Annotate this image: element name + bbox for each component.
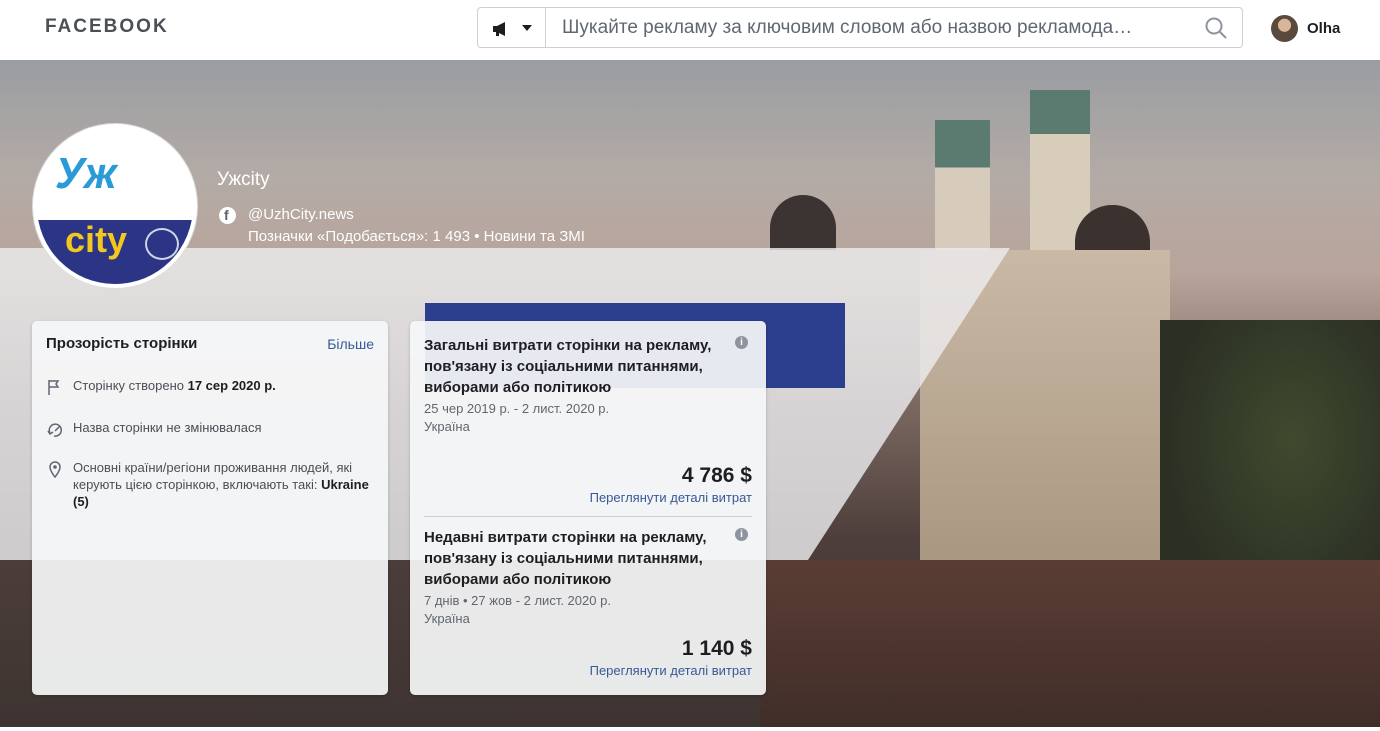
page-likes: Позначки «Подобається»: 1 493 • Новини т… bbox=[248, 228, 585, 245]
recent-spend-title: Недавні витрати сторінки на рекламу, пов… bbox=[424, 529, 707, 588]
location-pin-icon bbox=[49, 461, 61, 478]
name-unchanged: Назва сторінки не змінювалася bbox=[73, 420, 262, 435]
logo-text-bottom: city bbox=[65, 219, 128, 260]
recent-spend-dates: 7 днів • 27 жов - 2 лист. 2020 р. bbox=[424, 593, 611, 608]
search-icon[interactable] bbox=[1204, 16, 1228, 40]
created-text: Сторінку створено 17 сер 2020 р. bbox=[73, 377, 373, 394]
facebook-icon: f bbox=[219, 207, 236, 224]
cover-dome bbox=[770, 195, 836, 250]
created-date: 17 сер 2020 р. bbox=[187, 378, 276, 393]
total-spend-dates: 25 чер 2019 р. - 2 лист. 2020 р. bbox=[424, 401, 610, 416]
flag-icon bbox=[48, 380, 60, 395]
total-spend-country: Україна bbox=[424, 419, 470, 434]
info-icon[interactable]: i bbox=[735, 336, 748, 349]
transparency-title: Прозорість сторінки bbox=[46, 335, 198, 352]
top-bar: FACEBOOK Olha bbox=[0, 0, 1380, 58]
avatar[interactable] bbox=[1271, 15, 1298, 42]
search-input[interactable] bbox=[548, 8, 1168, 47]
megaphone-icon bbox=[493, 22, 505, 36]
recent-spend-country: Україна bbox=[424, 611, 470, 626]
ad-type-dropdown[interactable] bbox=[478, 8, 546, 47]
transparency-card: Прозорість сторінки Більше Сторінку ство… bbox=[32, 321, 388, 695]
user-name[interactable]: Olha bbox=[1307, 20, 1340, 37]
divider bbox=[424, 516, 752, 517]
countries-label: Основні країни/регіони проживання людей,… bbox=[73, 460, 353, 492]
recent-spend-details-link[interactable]: Переглянути деталі витрат bbox=[590, 663, 752, 678]
page-logo[interactable]: Уж city bbox=[33, 124, 197, 288]
more-link[interactable]: Більше bbox=[327, 336, 374, 352]
search-bar bbox=[477, 7, 1243, 48]
cover-roofs bbox=[760, 560, 1380, 727]
ad-spend-card: Загальні витрати сторінки на рекламу, по… bbox=[410, 321, 766, 695]
facebook-brand[interactable]: FACEBOOK bbox=[45, 16, 169, 38]
logo-inner: Уж city bbox=[37, 128, 193, 284]
created-label: Сторінку створено bbox=[73, 378, 184, 393]
total-spend-amount: 4 786 $ bbox=[681, 464, 752, 487]
page-handle[interactable]: @UzhCity.news bbox=[248, 206, 354, 223]
chevron-down-icon bbox=[522, 25, 532, 31]
info-icon[interactable]: i bbox=[735, 528, 748, 541]
page-name[interactable]: Ужсity bbox=[217, 169, 270, 191]
total-spend-title: Загальні витрати сторінки на рекламу, по… bbox=[424, 337, 712, 396]
logo-text-top: Уж bbox=[55, 149, 117, 198]
recent-spend-amount: 1 140 $ bbox=[681, 637, 752, 660]
total-spend-details-link[interactable]: Переглянути деталі витрат bbox=[590, 490, 752, 505]
edit-history-icon bbox=[47, 423, 62, 437]
countries-text: Основні країни/регіони проживання людей,… bbox=[73, 459, 373, 510]
crest-icon bbox=[145, 228, 179, 260]
